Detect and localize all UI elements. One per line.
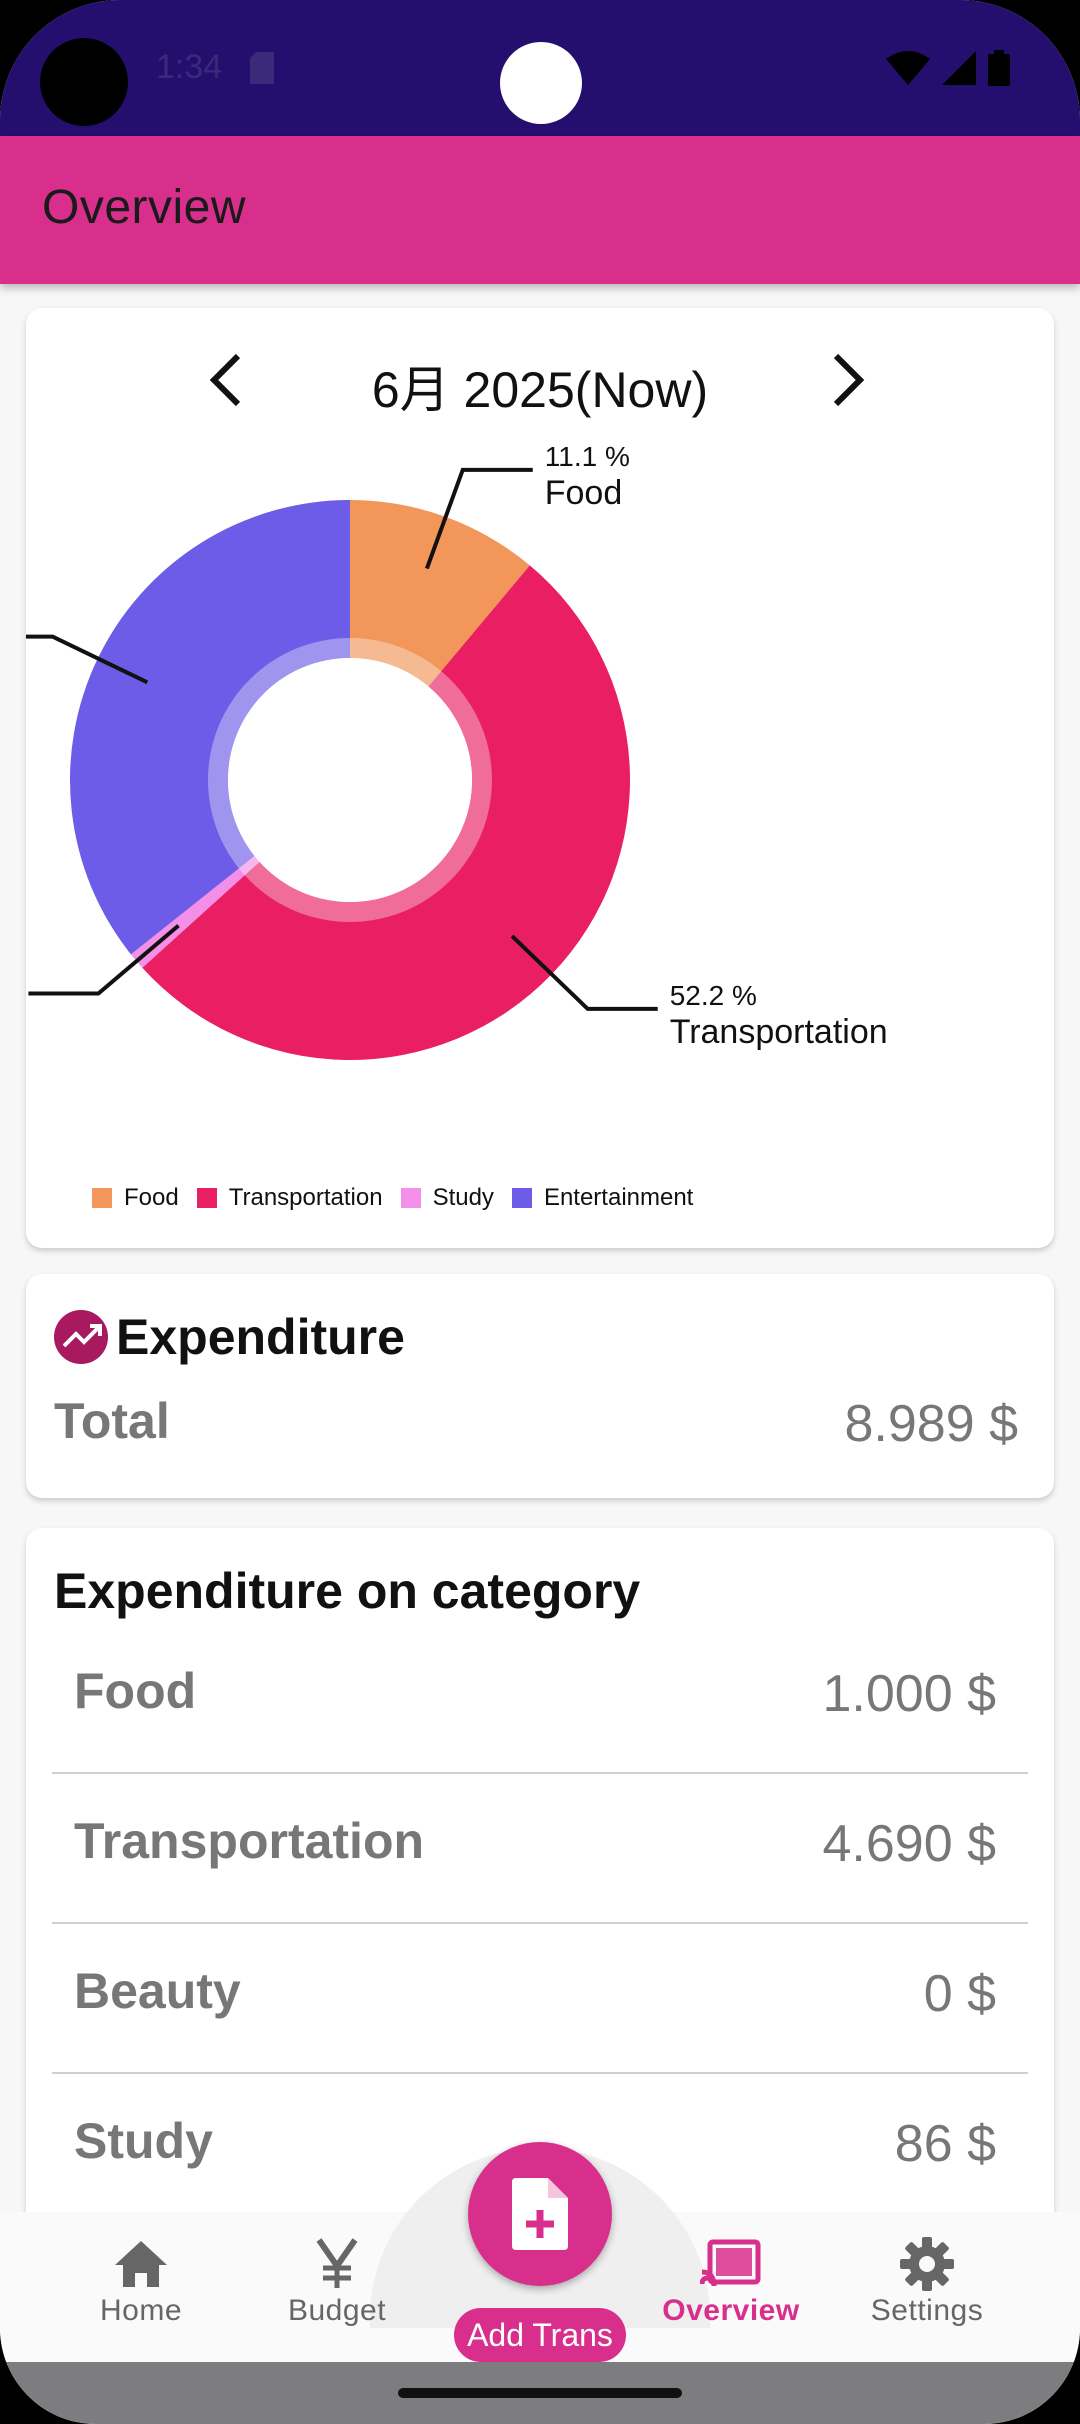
trending-up-icon xyxy=(54,1310,108,1364)
pie-chart[interactable]: 11.1 %Food52.2 %Transportation1.0 %Study… xyxy=(26,308,1054,1168)
chart-legend: Food Transportation Study Entertainment xyxy=(92,1184,693,1212)
tab-label: Settings xyxy=(870,2294,984,2327)
add-transaction-button[interactable] xyxy=(468,2142,612,2286)
signal-icon xyxy=(942,51,976,85)
phone-screen: 1:34 Overview 6月 2025(Now) 11.1 % Food 5… xyxy=(0,0,1080,2424)
category-name: Transportation xyxy=(74,1813,425,1869)
camera-cutout xyxy=(40,38,128,126)
category-row-transportation[interactable]: Transportation 4.690 $ xyxy=(52,1774,1028,1924)
category-name: Food xyxy=(74,1663,197,1719)
slice-percent-label: 11.1 % xyxy=(545,441,630,472)
donut-hole xyxy=(228,658,472,902)
slice-category-label: Transportation xyxy=(670,1013,888,1051)
home-gesture-bar[interactable] xyxy=(398,2388,682,2398)
wifi-icon xyxy=(886,51,930,85)
total-value: 8.989 $ xyxy=(844,1395,1019,1453)
status-bar: 1:34 xyxy=(0,0,1080,136)
sd-card-icon xyxy=(250,52,274,84)
cast-icon xyxy=(700,2239,761,2287)
legend-label: Transportation xyxy=(228,1184,383,1211)
expenditure-header: Expenditure xyxy=(54,1308,405,1366)
status-time: 1:34 xyxy=(156,48,223,86)
category-value: 0 $ xyxy=(923,1965,996,2023)
tab-budget[interactable]: Budget xyxy=(252,2236,422,2328)
add-transaction-label[interactable]: Add Trans xyxy=(454,2308,626,2362)
chart-card: 6月 2025(Now) 11.1 % Food 52.2 % Transportat… xyxy=(26,308,1054,1248)
gear-icon xyxy=(900,2237,954,2291)
category-value: 86 $ xyxy=(894,2115,996,2173)
legend-item-food: Food xyxy=(92,1184,179,1212)
category-value: 1.000 $ xyxy=(822,1665,997,1723)
expenditure-title: Expenditure xyxy=(116,1309,405,1365)
slice-category-label: Food xyxy=(545,474,623,512)
category-name: Study xyxy=(74,2113,213,2169)
legend-swatch xyxy=(400,1188,421,1208)
tab-label: Budget xyxy=(287,2294,387,2327)
category-section-title: Expenditure on category xyxy=(54,1563,641,1619)
tab-home[interactable]: Home xyxy=(56,2236,226,2328)
expenditure-card: Expenditure Total 8.989 $ xyxy=(26,1274,1054,1498)
legend-label: Food xyxy=(124,1184,179,1211)
category-row-beauty[interactable]: Beauty 0 $ xyxy=(52,1924,1028,2074)
legend-item-entertainment: Entertainment xyxy=(511,1184,694,1212)
legend-swatch xyxy=(511,1188,532,1208)
slice-percent-label: 52.2 % xyxy=(670,980,757,1011)
legend-swatch xyxy=(92,1188,112,1208)
total-label: Total xyxy=(54,1393,170,1449)
tab-label: Home xyxy=(99,2294,183,2327)
category-row-food[interactable]: Food 1.000 $ xyxy=(52,1624,1028,1774)
legend-item-study: Study xyxy=(400,1184,494,1212)
tab-overview[interactable]: Overview xyxy=(646,2236,816,2328)
legend-label: Entertainment xyxy=(543,1184,694,1211)
yen-icon xyxy=(316,2238,358,2288)
front-camera xyxy=(500,42,582,124)
page-title: Overview xyxy=(42,181,247,234)
battery-icon xyxy=(988,50,1010,86)
legend-item-transportation: Transportation xyxy=(196,1184,383,1212)
tab-label: Overview xyxy=(662,2294,800,2327)
add-document-icon xyxy=(512,2178,568,2250)
legend-swatch xyxy=(196,1188,217,1208)
app-bar: Overview xyxy=(0,136,1080,284)
legend-label: Study xyxy=(432,1184,494,1211)
category-value: 4.690 $ xyxy=(822,1815,997,1873)
home-icon xyxy=(115,2241,167,2287)
status-icons xyxy=(886,50,1010,86)
tab-settings[interactable]: Settings xyxy=(842,2236,1012,2328)
category-name: Beauty xyxy=(74,1963,241,2019)
